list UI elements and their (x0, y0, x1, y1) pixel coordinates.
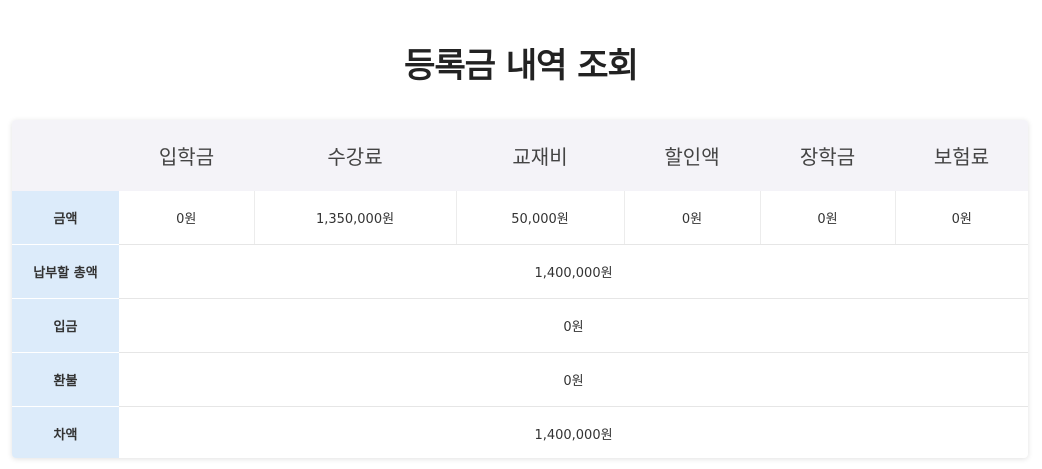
table-row-difference: 차액 1,400,000원 (12, 406, 1028, 458)
page-title: 등록금 내역 조회 (404, 46, 639, 86)
column-header-blank (12, 120, 119, 191)
row-header-deposit: 입금 (12, 298, 119, 353)
amount-insurance: 0원 (894, 191, 1028, 245)
amount-scholarship: 0원 (759, 191, 895, 245)
row-header-total-due: 납부할 총액 (12, 244, 119, 299)
tuition-table: 입학금 수강료 교재비 할인액 장학금 보험료 금액 0원 1,350,000원… (12, 120, 1028, 458)
row-header-difference: 차액 (12, 406, 119, 458)
table-row-refund: 환불 0원 (12, 352, 1028, 407)
table-row-deposit: 입금 0원 (12, 298, 1028, 353)
header-row: 입학금 수강료 교재비 할인액 장학금 보험료 (12, 120, 1028, 191)
refund-value: 0원 (119, 352, 1028, 407)
column-header-discount: 할인액 (624, 120, 760, 191)
column-header-textbook-fee: 교재비 (456, 120, 624, 191)
table-row-amount: 금액 0원 1,350,000원 50,000원 0원 0원 0원 (12, 191, 1028, 245)
column-header-insurance: 보험료 (895, 120, 1028, 191)
amount-tuition-fee: 1,350,000원 (253, 191, 456, 245)
deposit-value: 0원 (119, 298, 1028, 353)
amount-admission-fee: 0원 (119, 191, 254, 245)
amount-textbook-fee: 50,000원 (455, 191, 624, 245)
table-row-total-due: 납부할 총액 1,400,000원 (12, 244, 1028, 299)
row-header-amount: 금액 (12, 191, 119, 245)
column-header-tuition-fee: 수강료 (254, 120, 456, 191)
amount-discount: 0원 (623, 191, 760, 245)
column-header-scholarship: 장학금 (760, 120, 895, 191)
row-header-refund: 환불 (12, 352, 119, 407)
tuition-table-card: 입학금 수강료 교재비 할인액 장학금 보험료 금액 0원 1,350,000원… (12, 120, 1028, 458)
total-due-value: 1,400,000원 (119, 244, 1028, 299)
difference-value: 1,400,000원 (534, 428, 613, 443)
column-header-admission-fee: 입학금 (119, 120, 254, 191)
